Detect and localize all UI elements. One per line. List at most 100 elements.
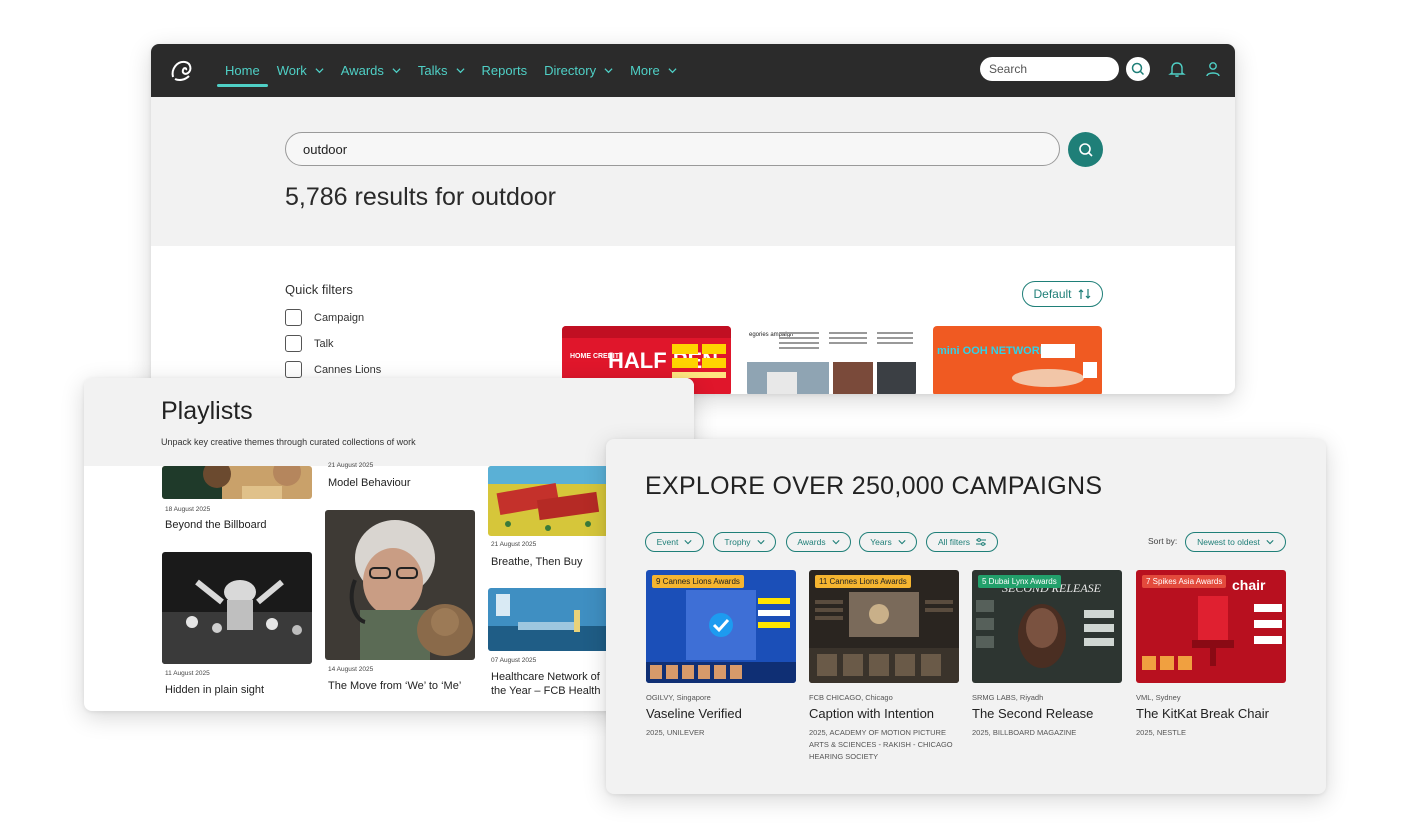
- lion-logo-icon[interactable]: [167, 57, 195, 85]
- playlists-subtitle: Unpack key creative themes through curat…: [161, 437, 416, 447]
- sort-value: Newest to oldest: [1197, 537, 1260, 547]
- campaign-agency: SRMG LABS, Riyadh: [972, 693, 1044, 702]
- nav-awards[interactable]: Awards: [341, 44, 401, 97]
- playlist-thumbnail[interactable]: [488, 466, 610, 536]
- playlist-thumbnail[interactable]: [325, 510, 475, 660]
- nav-awards-label: Awards: [340, 63, 384, 78]
- campaign-meta: 2025, ACADEMY OF MOTION PICTURE ARTS & S…: [809, 728, 953, 761]
- campaign-image[interactable]: SECOND RELEASE 5 Dubai Lynx Awards: [972, 570, 1122, 683]
- nav-reports[interactable]: Reports: [482, 44, 528, 97]
- chevron-down-icon: [315, 68, 324, 74]
- playlist-thumbnail[interactable]: [162, 552, 312, 664]
- playlist-name[interactable]: Breathe, Then Buy: [491, 555, 583, 569]
- quick-filters-title: Quick filters: [285, 282, 353, 297]
- filter-years[interactable]: Years: [859, 532, 917, 552]
- nav-directory[interactable]: Directory: [544, 44, 613, 97]
- filter-cannes-lions[interactable]: Cannes Lions: [285, 361, 381, 378]
- halfpen-text: HALF PEN: [608, 348, 718, 373]
- playlist-date: 18 August 2025: [165, 506, 211, 513]
- nav-search-input[interactable]: [980, 57, 1119, 81]
- explore-window: EXPLORE OVER 250,000 CAMPAIGNS Event Tro…: [606, 439, 1326, 794]
- filter-talk[interactable]: Talk: [285, 335, 334, 352]
- filter-label: Talk: [314, 337, 334, 350]
- nav-search-button[interactable]: [1126, 57, 1150, 81]
- campaign-image[interactable]: chair 7 Spikes Asia Awards: [1136, 570, 1286, 683]
- nav-talks[interactable]: Talks: [418, 44, 465, 97]
- playlist-thumbnail[interactable]: [162, 466, 312, 499]
- search-hero: 5,786 results for outdoor: [151, 97, 1235, 246]
- checkbox[interactable]: [285, 361, 302, 378]
- search-results-window: Home Work Awards Talks Reports Directory…: [151, 44, 1235, 394]
- playlist-date: 07 August 2025: [491, 657, 537, 664]
- nav-talks-label: Talks: [417, 63, 448, 78]
- chevron-down-icon: [392, 68, 401, 74]
- nav-more-label: More: [630, 63, 660, 78]
- sort-arrows-icon: [1078, 289, 1090, 299]
- filter-awards[interactable]: Awards: [786, 532, 851, 552]
- search-icon: [1131, 62, 1145, 76]
- nav-home[interactable]: Home: [217, 44, 268, 97]
- result-thumbnail[interactable]: mini OOH NETWORK: [933, 326, 1102, 394]
- mini-ooh-text: mini OOH NETWORK: [937, 345, 1048, 357]
- checkbox[interactable]: [285, 309, 302, 326]
- campaign-name[interactable]: Vaseline Verified: [646, 706, 742, 721]
- campaign-name[interactable]: The KitKat Break Chair: [1136, 706, 1269, 721]
- playlists-header: Playlists Unpack key creative themes thr…: [84, 378, 694, 466]
- filter-pill-label: Years: [870, 537, 892, 547]
- chevron-down-icon: [898, 540, 906, 545]
- sort-label: Default: [1033, 287, 1072, 301]
- campaign-meta: 2025, NESTLE: [1136, 728, 1187, 737]
- filter-all[interactable]: All filters: [926, 532, 998, 552]
- search-submit-button[interactable]: [1068, 132, 1103, 167]
- filter-pill-label: All filters: [937, 537, 971, 547]
- chevron-down-icon: [668, 68, 677, 74]
- playlist-name[interactable]: Hidden in plain sight: [165, 683, 264, 697]
- filter-label: Campaign: [314, 311, 365, 324]
- sort-dropdown[interactable]: Default: [1022, 281, 1103, 307]
- sort-dropdown[interactable]: Newest to oldest: [1185, 532, 1286, 552]
- checkbox[interactable]: [285, 335, 302, 352]
- nav-directory-label: Directory: [544, 63, 597, 78]
- nav-home-label: Home: [225, 63, 260, 78]
- playlists-title: Playlists: [161, 397, 253, 425]
- filter-campaign[interactable]: Campaign: [285, 309, 364, 326]
- user-icon[interactable]: [1204, 60, 1222, 78]
- nav-reports-label: Reports: [481, 63, 528, 78]
- campaign-agency: VML, Sydney: [1136, 693, 1181, 702]
- results-title: 5,786 results for outdoor: [285, 183, 556, 211]
- filter-pill-label: Trophy: [724, 537, 751, 547]
- nav-work-label: Work: [276, 63, 307, 78]
- nav-work[interactable]: Work: [277, 44, 324, 97]
- playlist-name[interactable]: Healthcare Network of the Year – FCB Hea…: [491, 670, 611, 698]
- search-icon: [1078, 142, 1093, 157]
- bell-icon[interactable]: [1168, 60, 1186, 78]
- filter-trophy[interactable]: Trophy: [713, 532, 776, 552]
- campaign-name[interactable]: Caption with Intention: [809, 706, 934, 721]
- chevron-down-icon: [456, 68, 465, 74]
- chevron-down-icon: [756, 540, 765, 545]
- playlist-name[interactable]: Beyond the Billboard: [165, 518, 267, 532]
- playlist-date: 11 August 2025: [165, 670, 210, 677]
- campaign-agency: FCB CHICAGO, Chicago: [809, 693, 893, 702]
- playlist-thumbnail[interactable]: [488, 588, 610, 651]
- campaign-name[interactable]: The Second Release: [972, 706, 1093, 721]
- explore-title: EXPLORE OVER 250,000 CAMPAIGNS: [645, 472, 1103, 500]
- playlists-window: Playlists Unpack key creative themes thr…: [84, 378, 694, 711]
- filter-label: Cannes Lions: [314, 363, 382, 376]
- filter-event[interactable]: Event: [645, 532, 704, 552]
- nav-more[interactable]: More: [630, 44, 677, 97]
- filter-pill-label: Awards: [797, 537, 826, 547]
- award-badge: 5 Dubai Lynx Awards: [978, 575, 1061, 588]
- campaign-image[interactable]: 11 Cannes Lions Awards: [809, 570, 959, 683]
- campaign-image[interactable]: 9 Cannes Lions Awards: [646, 570, 796, 683]
- playlist-name[interactable]: The Move from ‘We’ to ‘Me’: [328, 679, 461, 693]
- search-input[interactable]: [285, 132, 1060, 166]
- result-thumbnail[interactable]: egories ampaign: [747, 326, 916, 394]
- chair-text: chair: [1232, 577, 1266, 593]
- top-nav: Home Work Awards Talks Reports Directory…: [151, 44, 1235, 97]
- campaign-meta: 2025, BILLBOARD MAGAZINE: [972, 728, 1077, 737]
- chevron-down-icon: [831, 540, 840, 545]
- award-badge: 11 Cannes Lions Awards: [815, 575, 911, 588]
- playlist-name[interactable]: Model Behaviour: [328, 476, 411, 490]
- sliders-icon: [976, 538, 987, 546]
